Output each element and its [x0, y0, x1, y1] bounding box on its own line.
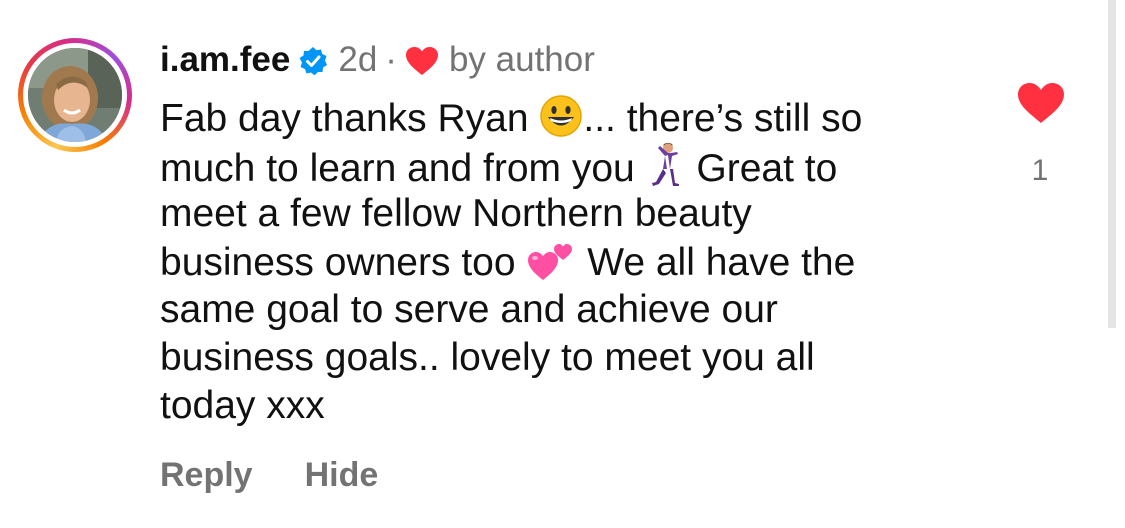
comment-line: Fab day thanks Ryan ... there’s still so — [160, 94, 960, 142]
comment-line: meet a few fellow Northern beauty — [160, 192, 752, 235]
comment-text: Fab day thanks Ryan ... there’s still so… — [160, 94, 960, 430]
reply-button[interactable]: Reply — [160, 456, 253, 495]
scrollbar[interactable] — [1108, 0, 1116, 328]
like-heart-icon[interactable] — [1017, 82, 1065, 124]
comment-line: business owners too We all have the — [160, 238, 960, 286]
avatar[interactable] — [28, 48, 122, 142]
separator-dot: · — [385, 40, 397, 79]
comment-header: i.am.fee 2d · by author — [160, 38, 595, 82]
comment-actions: Reply Hide — [160, 456, 430, 495]
username[interactable]: i.am.fee — [160, 40, 290, 80]
heart-icon — [405, 45, 439, 75]
like-count: 1 — [1031, 154, 1049, 187]
comment-line: much to learn and from you Great to — [160, 142, 960, 190]
comment-line: business goals.. lovely to meet you all — [160, 336, 815, 379]
avatar-story-ring[interactable] — [18, 38, 132, 152]
comment: i.am.fee 2d · by author Fab day thanks R… — [0, 0, 1125, 528]
liked-by-author-label: by author — [448, 40, 595, 79]
verified-badge-icon — [298, 45, 328, 76]
comment-line: same goal to serve and achieve our — [160, 288, 778, 331]
hide-button[interactable]: Hide — [305, 456, 379, 495]
comment-line: today xxx — [160, 384, 325, 427]
comment-timestamp: 2d — [338, 40, 378, 79]
